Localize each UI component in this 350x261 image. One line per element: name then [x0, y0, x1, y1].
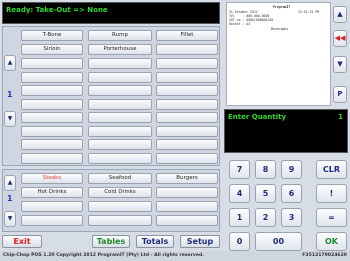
- key-6[interactable]: 6: [281, 184, 302, 203]
- footer-bar: Chip-Chop POS 1.20 Copyright 2012 Progra…: [0, 251, 350, 261]
- product-button-fillet[interactable]: Fillet: [156, 30, 218, 41]
- empty-grid-button[interactable]: [21, 201, 83, 212]
- empty-grid-button[interactable]: [21, 125, 83, 137]
- empty-grid-button[interactable]: [88, 125, 152, 137]
- copyright-text: Chip-Chop POS 1.20 Copyright 2012 Progra…: [3, 253, 205, 258]
- empty-grid-button[interactable]: [156, 152, 218, 164]
- empty-grid-button[interactable]: [21, 139, 83, 150]
- rewind-button[interactable]: ◀◀: [333, 30, 347, 47]
- empty-grid-button[interactable]: [88, 152, 152, 164]
- key-4[interactable]: 4: [229, 184, 250, 203]
- empty-grid-button[interactable]: [88, 85, 152, 96]
- key-7[interactable]: 7: [229, 160, 250, 179]
- categories-scroll-up-button[interactable]: ▲: [4, 175, 16, 191]
- empty-grid-button[interactable]: [156, 215, 218, 226]
- key-9[interactable]: 9: [281, 160, 302, 179]
- status-text: Ready: Take-Out => None: [6, 6, 108, 14]
- empty-grid-button[interactable]: [21, 112, 83, 123]
- product-button-empty[interactable]: [156, 44, 218, 55]
- category-button-cold-drinks[interactable]: Cold Drinks: [88, 187, 152, 198]
- empty-grid-button[interactable]: [88, 201, 152, 212]
- empty-grid-button[interactable]: [21, 85, 83, 96]
- key-0[interactable]: 0: [229, 232, 250, 251]
- receipt-scroll-up-button[interactable]: ▲: [333, 6, 347, 23]
- receipt-scroll-down-button[interactable]: ▼: [333, 56, 347, 73]
- category-button-hot-drinks[interactable]: Hot Drinks: [21, 187, 83, 198]
- empty-grid-button[interactable]: [88, 98, 152, 110]
- key-00[interactable]: 00: [255, 232, 302, 251]
- receipt-preview: ProgramIT 31 October 2012 12:52:15 PM Te…: [226, 2, 331, 106]
- empty-grid-button[interactable]: [21, 58, 83, 69]
- empty-grid-button[interactable]: [21, 152, 83, 164]
- categories-scroll-down-button[interactable]: ▼: [4, 211, 16, 227]
- receipt-time: 12:52:15 PM: [298, 10, 320, 14]
- quantity-value: 1: [338, 113, 343, 121]
- category-button-steaks[interactable]: Steaks: [21, 173, 83, 184]
- products-page-number: 1: [7, 90, 13, 99]
- empty-grid-button[interactable]: [156, 139, 218, 150]
- category-button-burgers[interactable]: Burgers: [156, 173, 218, 184]
- empty-grid-button[interactable]: [88, 71, 152, 83]
- key-3[interactable]: 3: [281, 208, 302, 227]
- empty-grid-button[interactable]: [88, 215, 152, 226]
- category-button-empty[interactable]: [156, 187, 218, 198]
- empty-grid-button[interactable]: [156, 98, 218, 110]
- products-scroll-up-button[interactable]: ▲: [4, 55, 16, 71]
- quantity-display: Enter Quantity 1: [224, 109, 348, 153]
- ok-button[interactable]: OK: [316, 232, 347, 251]
- tables-button[interactable]: Tables: [92, 235, 130, 248]
- footer-code: F3513179024620: [302, 253, 347, 258]
- product-button-porterhouse[interactable]: Porterhouse: [88, 44, 152, 55]
- receipt-docket: Docket : A3: [229, 22, 251, 26]
- equals-button[interactable]: =: [316, 208, 347, 227]
- empty-grid-button[interactable]: [156, 125, 218, 137]
- receipt-company: ProgramIT: [273, 5, 291, 9]
- totals-button[interactable]: Totals: [136, 235, 174, 248]
- key-5[interactable]: 5: [255, 184, 276, 203]
- key-2[interactable]: 2: [255, 208, 276, 227]
- quantity-label: Enter Quantity: [228, 113, 287, 121]
- empty-grid-button[interactable]: [156, 58, 218, 69]
- categories-page-number: 1: [7, 194, 13, 203]
- status-bar: Ready: Take-Out => None: [2, 2, 220, 24]
- product-button-rump[interactable]: Rump: [88, 30, 152, 41]
- exclamation-button[interactable]: !: [316, 184, 347, 203]
- key-8[interactable]: 8: [255, 160, 276, 179]
- receipt-section: Beverages: [271, 27, 289, 31]
- empty-grid-button[interactable]: [156, 85, 218, 96]
- products-scroll-down-button[interactable]: ▼: [4, 111, 16, 127]
- empty-grid-button[interactable]: [88, 139, 152, 150]
- product-button-sirloin[interactable]: Sirloin: [21, 44, 83, 55]
- empty-grid-button[interactable]: [21, 71, 83, 83]
- empty-grid-button[interactable]: [21, 98, 83, 110]
- empty-grid-button[interactable]: [156, 112, 218, 123]
- category-button-seafood[interactable]: Seafood: [88, 173, 152, 184]
- product-button-t-bone[interactable]: T-Bone: [21, 30, 83, 41]
- empty-grid-button[interactable]: [156, 71, 218, 83]
- empty-grid-button[interactable]: [88, 58, 152, 69]
- setup-button[interactable]: Setup: [180, 235, 220, 248]
- empty-grid-button[interactable]: [156, 201, 218, 212]
- empty-grid-button[interactable]: [88, 112, 152, 123]
- print-button[interactable]: P: [333, 86, 347, 103]
- empty-grid-button[interactable]: [21, 215, 83, 226]
- exit-button[interactable]: Exit: [2, 235, 42, 248]
- clear-button[interactable]: CLR: [316, 160, 347, 179]
- key-1[interactable]: 1: [229, 208, 250, 227]
